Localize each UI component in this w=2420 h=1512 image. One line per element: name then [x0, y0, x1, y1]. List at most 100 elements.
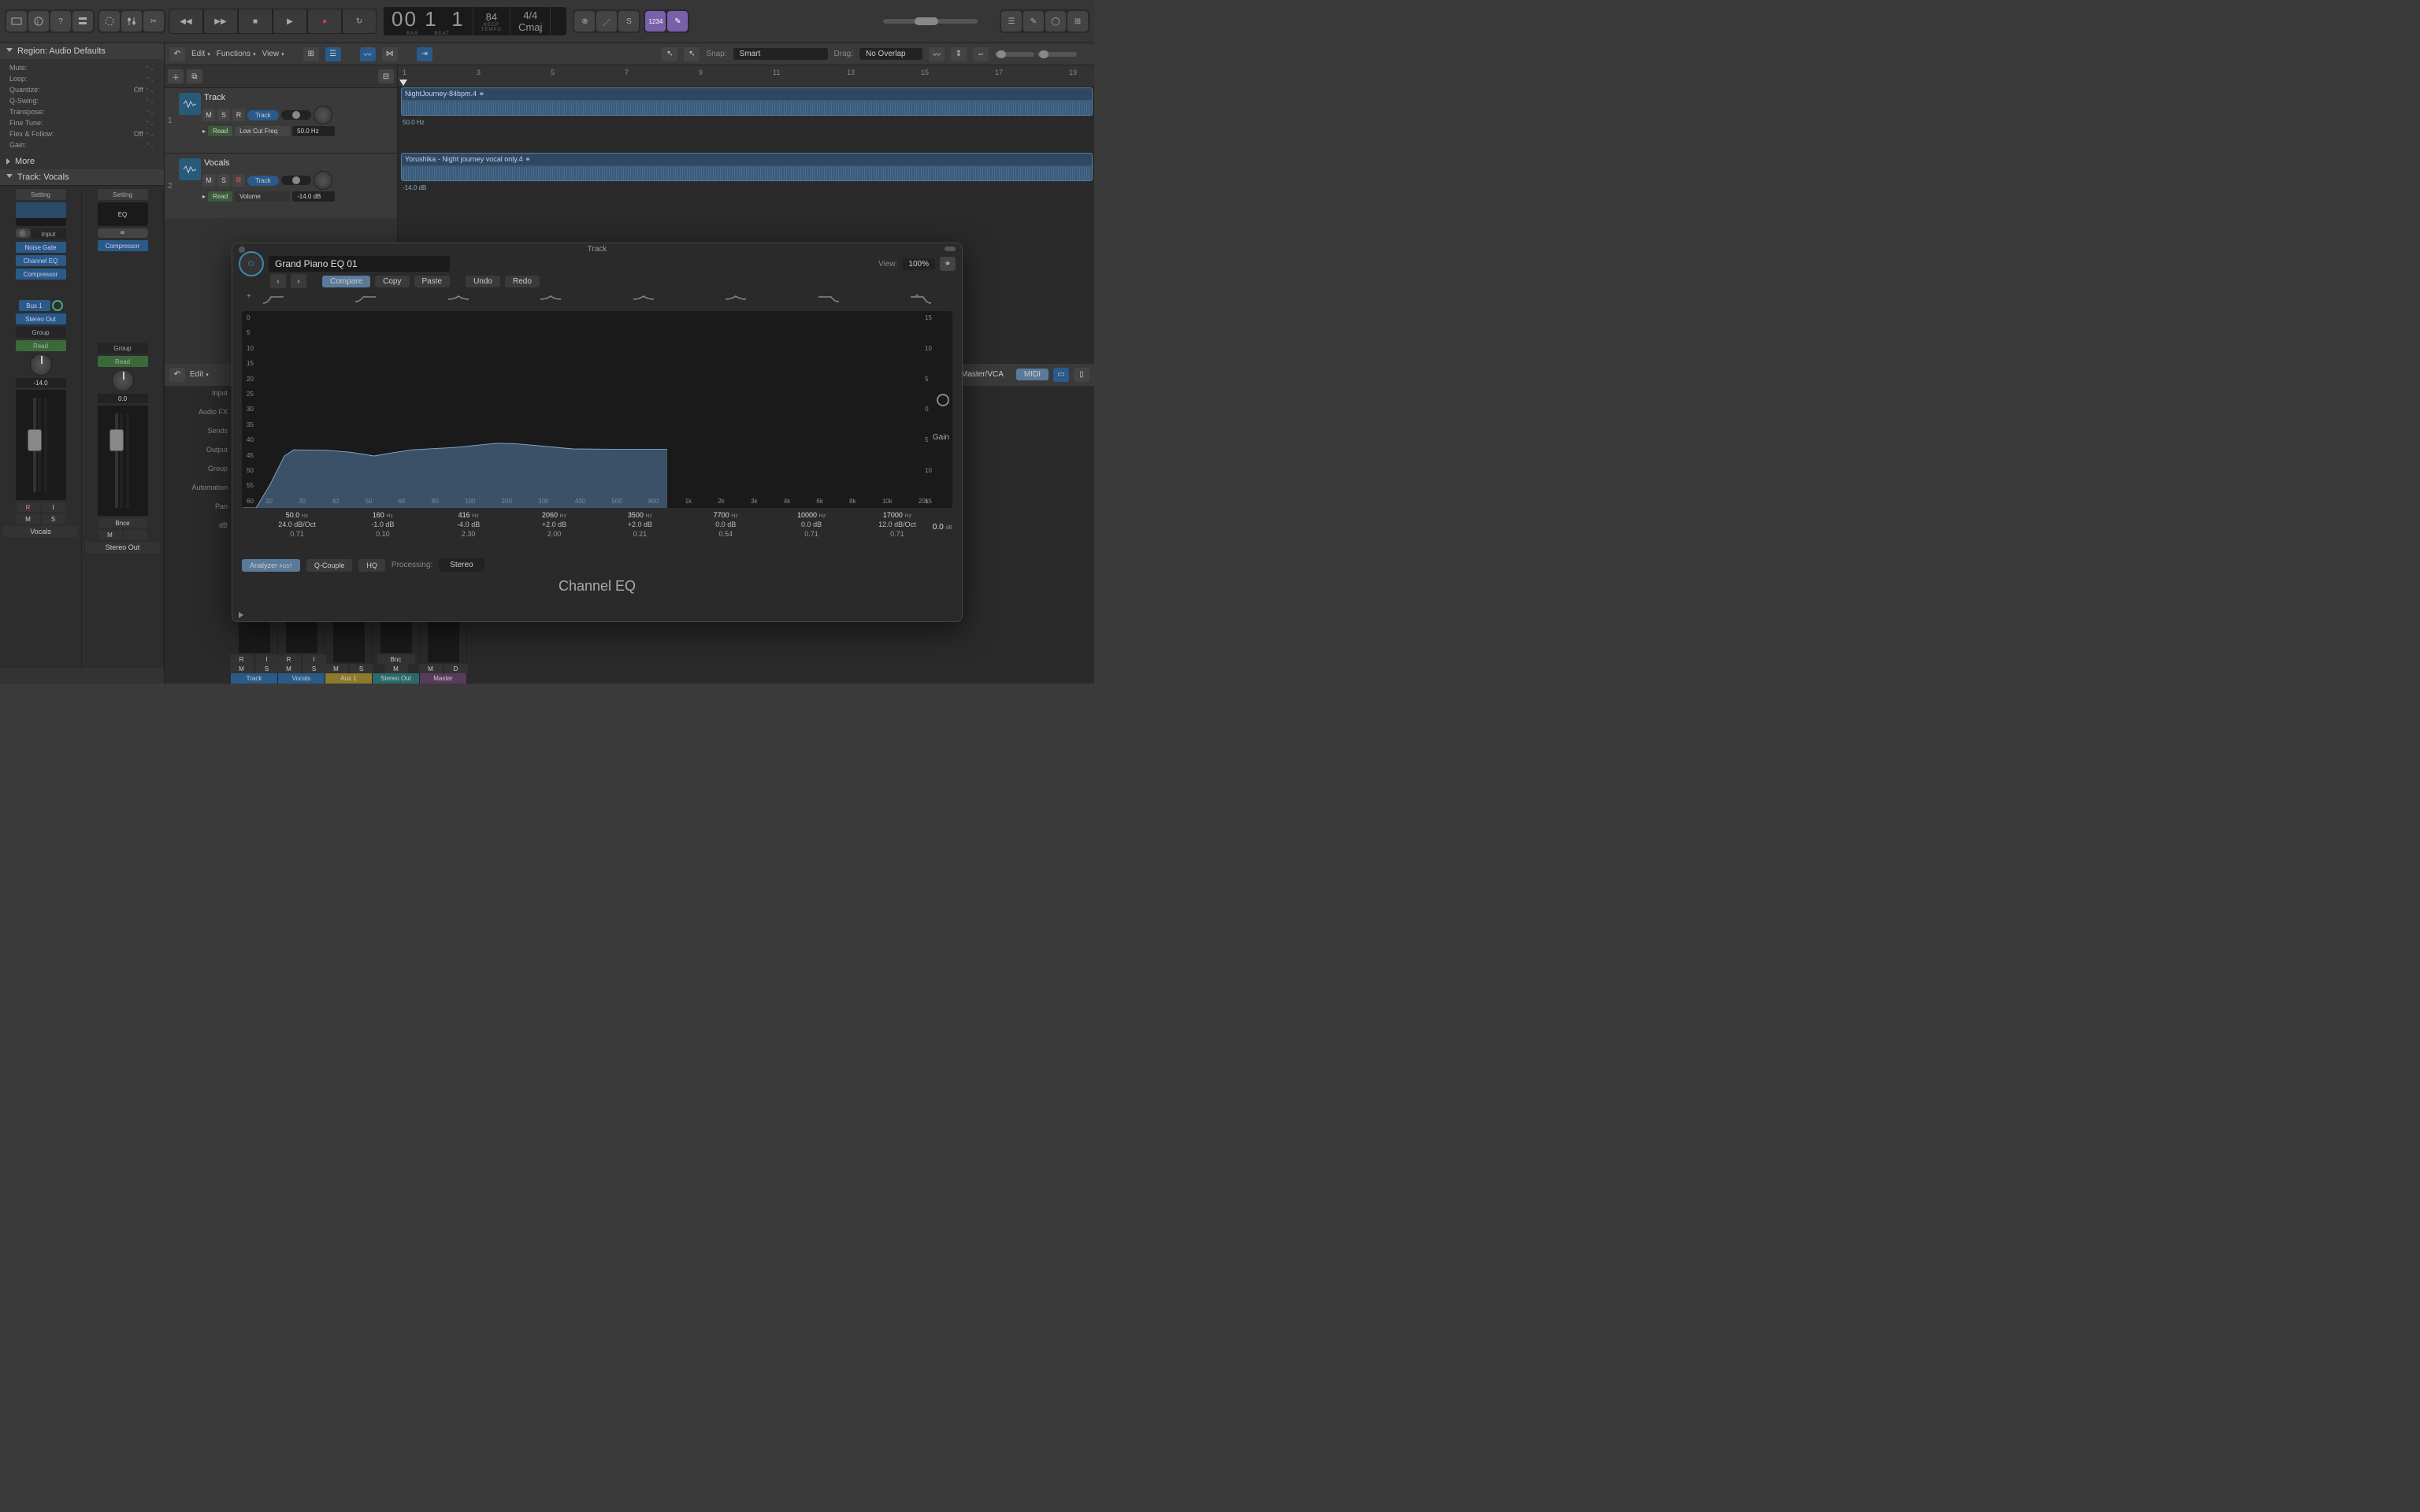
param-row[interactable]: Mute: ⌃⌄	[9, 62, 154, 73]
fader[interactable]	[16, 390, 66, 500]
analyzer-button[interactable]: Analyzer POST	[242, 559, 300, 572]
duplicate-track-button[interactable]: ⧉	[187, 69, 202, 83]
mute-button[interactable]: M	[202, 109, 215, 121]
flex-icon[interactable]: ⋈	[382, 47, 398, 61]
solo-button[interactable]: S	[217, 174, 230, 187]
plugin-titlebar[interactable]: Track	[232, 243, 962, 254]
band-params[interactable]: 3500 Hz +2.0 dB 0.21	[600, 511, 679, 538]
band-params[interactable]: 416 Hz -4.0 dB 2.30	[429, 511, 508, 538]
power-button[interactable]: ⏻	[239, 251, 264, 276]
send-bus-slot[interactable]: Bus 1	[19, 300, 50, 311]
smart-controls-icon[interactable]	[99, 11, 120, 32]
param-row[interactable]: Q-Swing: ⌃⌄	[9, 95, 154, 106]
add-track-button[interactable]: ＋	[168, 69, 184, 83]
playhead-icon[interactable]	[399, 80, 407, 86]
undo-button[interactable]: Undo	[466, 276, 500, 287]
band-shape-icon[interactable]	[350, 292, 381, 306]
send-knob[interactable]	[52, 300, 63, 311]
mute-button[interactable]: M	[230, 664, 254, 673]
expand-icon[interactable]	[239, 612, 243, 618]
eq-thumbnail[interactable]	[16, 202, 66, 226]
record-button[interactable]: ●	[307, 9, 342, 34]
automation-icon[interactable]: 〰	[360, 47, 376, 61]
view-menu[interactable]: View	[262, 50, 284, 58]
countin-icon[interactable]: ✎	[667, 11, 688, 32]
track-header[interactable]: 1 Track M S R Track ▸ Read Low Cut Freq …	[165, 87, 397, 153]
input-slot[interactable]: Input	[32, 228, 66, 239]
mute-button[interactable]: M	[202, 174, 215, 187]
mute-button[interactable]: M	[419, 664, 443, 673]
param-row[interactable]: Gain: ⌃⌄	[9, 139, 154, 150]
compressor-slot[interactable]: Compressor	[98, 240, 148, 251]
filter-midi[interactable]: MIDI	[1016, 369, 1049, 380]
list-editors-icon[interactable]: ☰	[1001, 11, 1022, 32]
input-monitor[interactable]: I	[302, 654, 326, 664]
autopunch-icon[interactable]: ／	[596, 11, 617, 32]
global-tracks-button[interactable]: ⊟	[378, 69, 394, 83]
replace-icon[interactable]: ⊗	[574, 11, 595, 32]
volume-slider[interactable]	[281, 176, 311, 185]
record-button[interactable]: R	[232, 174, 245, 187]
hq-button[interactable]: HQ	[358, 559, 385, 572]
band-shape-icon[interactable]	[905, 292, 937, 306]
solo-button[interactable]: S	[302, 664, 326, 673]
toolbar-icon[interactable]	[72, 11, 93, 32]
band-shape-icon[interactable]	[443, 292, 474, 306]
region-inspector-header[interactable]: Region: Audio Defaults	[0, 43, 164, 59]
vzoom-icon[interactable]: ⇕	[951, 47, 967, 61]
value-display[interactable]: -14.0	[16, 378, 66, 387]
add-band-icon[interactable]: +	[915, 292, 919, 301]
drag-dropdown[interactable]: No Overlap	[859, 48, 922, 60]
value-display[interactable]: 0.0	[98, 394, 148, 403]
input-monitor[interactable]: I	[255, 654, 279, 664]
mute-button[interactable]: M	[384, 664, 408, 673]
pencil-tool-icon[interactable]: ↖	[684, 47, 700, 61]
automation-pill[interactable]: Track	[247, 110, 279, 120]
band-params[interactable]: 7700 Hz 0.0 dB 0.54	[686, 511, 765, 538]
lcd-display[interactable]: 00 1 1BARBEAT 84KEEPTEMPO 4/4Cmaj	[383, 7, 566, 35]
eq-thumbnail[interactable]: EQ	[98, 202, 148, 226]
input-monitor-icon[interactable]: ◎	[16, 228, 30, 238]
record-enable[interactable]: R	[277, 654, 301, 664]
processing-dropdown[interactable]: Stereo	[439, 558, 484, 572]
compare-button[interactable]: Compare	[322, 276, 370, 287]
band-shape-icon[interactable]	[258, 292, 289, 306]
notepad-icon[interactable]: ✎	[1023, 11, 1044, 32]
hzoom-icon[interactable]: ⇔	[973, 47, 989, 61]
next-preset-button[interactable]: ›	[291, 274, 306, 288]
horizontal-zoom-slider[interactable]	[1037, 52, 1077, 57]
pan-knob[interactable]	[112, 369, 134, 391]
volume-slider[interactable]	[281, 110, 311, 120]
mute-button[interactable]: M	[98, 530, 122, 539]
edit-menu[interactable]: Edit	[190, 370, 209, 379]
editors-icon[interactable]: ✂	[143, 11, 164, 32]
audio-region-2[interactable]: Yorushika - Night journey vocal only.4 ⚭	[401, 153, 1093, 181]
browser-icon[interactable]: ⊞	[1067, 11, 1088, 32]
channel-eq-slot[interactable]: Channel EQ	[16, 255, 66, 266]
resize-handle-icon[interactable]	[945, 246, 956, 251]
bounce-button[interactable]: Bnce	[98, 518, 147, 528]
output-slot[interactable]: Stereo Out	[16, 313, 66, 324]
close-icon[interactable]	[239, 246, 245, 253]
input-monitor[interactable]: I	[42, 502, 65, 512]
param-row[interactable]: Quantize:Off ⌃⌄	[9, 84, 154, 95]
pan-knob[interactable]	[30, 354, 52, 376]
list-view-icon[interactable]: ☰	[325, 47, 341, 61]
input-link-icon[interactable]: ⚭	[98, 228, 148, 238]
solo-button[interactable]	[124, 530, 147, 539]
functions-menu[interactable]: Functions	[217, 50, 256, 58]
preset-dropdown[interactable]: Grand Piano EQ 01	[269, 256, 450, 272]
pan-knob[interactable]	[314, 171, 332, 190]
param-row[interactable]: Loop: ⌃⌄	[9, 73, 154, 84]
automation-pill[interactable]: Track	[247, 176, 279, 186]
inspector-icon[interactable]: i	[28, 11, 49, 32]
track-inspector-header[interactable]: Track: Vocals	[0, 169, 164, 185]
record-enable[interactable]: R	[17, 502, 40, 512]
band-shape-icon[interactable]	[535, 292, 566, 306]
group-slot[interactable]: Group	[16, 327, 66, 338]
paste-button[interactable]: Paste	[414, 276, 451, 287]
solo-icon[interactable]: S	[618, 11, 639, 32]
automation-param-dropdown[interactable]: Volume	[235, 191, 290, 202]
tuner-button[interactable]: 1234	[645, 11, 666, 32]
more-toggle[interactable]: More	[0, 154, 164, 169]
